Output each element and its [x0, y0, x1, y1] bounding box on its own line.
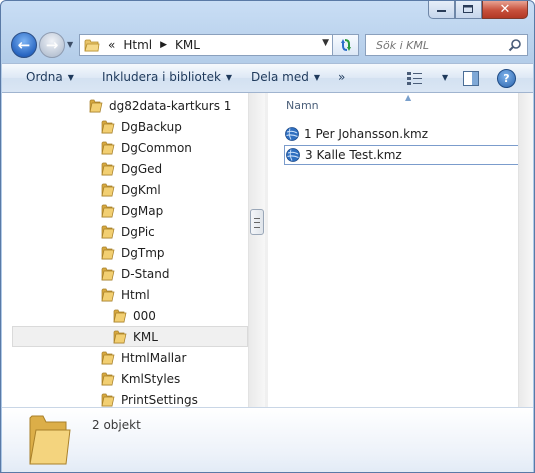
tree-item-label: PrintSettings	[121, 392, 198, 407]
breadcrumb-overflow[interactable]: «	[108, 38, 115, 52]
tree-item-label: dg82data-kartkurs 1	[109, 98, 232, 113]
folder-icon	[101, 288, 115, 301]
tree-item-label: DgCommon	[121, 140, 192, 155]
file-row[interactable]: 1 Per Johansson.kmz	[284, 124, 428, 144]
folder-icon	[101, 393, 115, 406]
tree-item[interactable]: DgBackup	[100, 116, 182, 137]
tree-item-label: Html	[121, 287, 150, 302]
recent-pages-dropdown-icon[interactable]: ▼	[67, 40, 73, 49]
forward-button[interactable]: →	[39, 32, 65, 58]
folder-icon	[101, 225, 115, 238]
tree-item-label: D-Stand	[121, 266, 170, 281]
folder-icon	[113, 330, 127, 343]
minimize-button[interactable]	[428, 1, 455, 19]
command-bar: Ordna ▼ Inkludera i bibliotek ▼ Dela med ▼ …	[2, 63, 533, 93]
folder-icon	[101, 204, 115, 217]
minimize-icon	[436, 9, 446, 12]
folder-icon	[101, 267, 115, 280]
tree-item-label: KML	[133, 329, 158, 344]
file-list-scrollbar[interactable]	[518, 93, 533, 407]
more-commands-button[interactable]: »	[338, 70, 345, 84]
forward-arrow-icon: →	[45, 35, 59, 54]
explorer-window: ✕ ← → ▼ « Html ▶ KML ▼ Sök i KML Ordna ▼…	[0, 0, 535, 473]
tree-item-label: DgPic	[121, 224, 155, 239]
close-icon: ✕	[499, 2, 511, 17]
folder-icon	[101, 120, 115, 133]
tree-item[interactable]: DgTmp	[100, 242, 165, 263]
tree-item[interactable]: Html	[100, 284, 150, 305]
tree-item-label: DgBackup	[121, 119, 182, 134]
share-with-menu[interactable]: Dela med ▼	[251, 70, 320, 84]
file-name: 3 Kalle Test.kmz	[305, 148, 402, 162]
breadcrumb-kml[interactable]: KML	[175, 38, 200, 52]
folder-icon	[101, 162, 115, 175]
refresh-icon	[340, 39, 351, 51]
back-arrow-icon: ←	[17, 35, 31, 54]
tree-item[interactable]: DgGed	[100, 158, 162, 179]
refresh-button[interactable]	[333, 34, 359, 56]
organize-menu[interactable]: Ordna ▼	[26, 70, 74, 84]
close-button[interactable]: ✕	[482, 1, 528, 19]
folder-icon	[101, 351, 115, 364]
search-input[interactable]	[374, 37, 513, 53]
column-header-name[interactable]: Namn	[286, 99, 319, 112]
tree-item[interactable]: HtmlMallar	[100, 347, 186, 368]
folder-icon	[29, 415, 71, 465]
address-dropdown-icon[interactable]: ▼	[322, 38, 329, 48]
dropdown-icon: ▼	[225, 73, 233, 82]
dropdown-icon: ▼	[67, 73, 74, 82]
sort-arrow-icon: ▲	[405, 93, 412, 102]
tree-item-label: 000	[133, 308, 156, 323]
tree-item[interactable]: DgPic	[100, 221, 155, 242]
file-list: ▲ Namn 1 Per Johansson.kmz 3 Kalle Test.k…	[268, 93, 528, 407]
search-box[interactable]	[365, 34, 528, 56]
kmz-globe-icon	[286, 148, 300, 162]
tree-item[interactable]: KML	[12, 326, 248, 347]
preview-pane-icon[interactable]	[462, 70, 480, 87]
folder-icon	[101, 372, 115, 385]
tree-item-label: DgKml	[121, 182, 161, 197]
maximize-button[interactable]	[455, 1, 482, 19]
tree-item[interactable]: 000	[112, 305, 156, 326]
tree-item[interactable]: dg82data-kartkurs 1	[88, 95, 231, 116]
tree-item[interactable]: D-Stand	[100, 263, 169, 284]
file-row[interactable]: 3 Kalle Test.kmz	[284, 145, 528, 165]
tree-item-label: DgGed	[121, 161, 163, 176]
tree-item-label: KmlStyles	[121, 371, 181, 386]
breadcrumb-html[interactable]: Html	[123, 38, 152, 52]
tree-item-label: DgMap	[121, 203, 164, 218]
folder-icon	[89, 99, 103, 112]
tree-scrollbar[interactable]	[248, 93, 265, 407]
item-count: 2 objekt	[92, 418, 141, 432]
breadcrumb-separator-icon[interactable]: ▶	[160, 40, 167, 50]
change-view-icon[interactable]	[406, 70, 424, 86]
details-pane: 2 objekt	[2, 407, 533, 472]
folder-icon	[101, 141, 115, 154]
tree-item[interactable]: DgCommon	[100, 137, 192, 158]
kmz-globe-icon	[285, 127, 299, 141]
navigation-pane: dg82data-kartkurs 1 DgBackup DgCommon DgGed…	[2, 93, 248, 407]
tree-scroll-thumb[interactable]	[250, 209, 264, 235]
folder-icon	[113, 309, 127, 322]
help-button[interactable]: ?	[497, 69, 516, 88]
tree-item-label: DgTmp	[121, 245, 165, 260]
folder-icon	[101, 246, 115, 259]
dropdown-icon: ▼	[313, 73, 320, 82]
address-bar[interactable]: « Html ▶ KML ▼	[79, 34, 333, 56]
maximize-icon	[463, 5, 473, 13]
address-row: ← → ▼ « Html ▶ KML ▼	[1, 29, 534, 61]
file-name: 1 Per Johansson.kmz	[304, 127, 429, 141]
search-icon	[508, 39, 521, 52]
tree-item[interactable]: DgKml	[100, 179, 161, 200]
caption-buttons: ✕	[428, 1, 528, 21]
tree-item-label: HtmlMallar	[121, 350, 187, 365]
include-in-library-menu[interactable]: Inkludera i bibliotek ▼	[102, 70, 232, 84]
tree-item[interactable]: KmlStyles	[100, 368, 180, 389]
folder-icon	[84, 39, 100, 52]
back-button[interactable]: ←	[11, 32, 37, 58]
view-dropdown-icon[interactable]: ▼	[442, 73, 448, 82]
tree-item[interactable]: DgMap	[100, 200, 163, 221]
folder-icon	[101, 183, 115, 196]
tree-item[interactable]: PrintSettings	[100, 389, 198, 407]
